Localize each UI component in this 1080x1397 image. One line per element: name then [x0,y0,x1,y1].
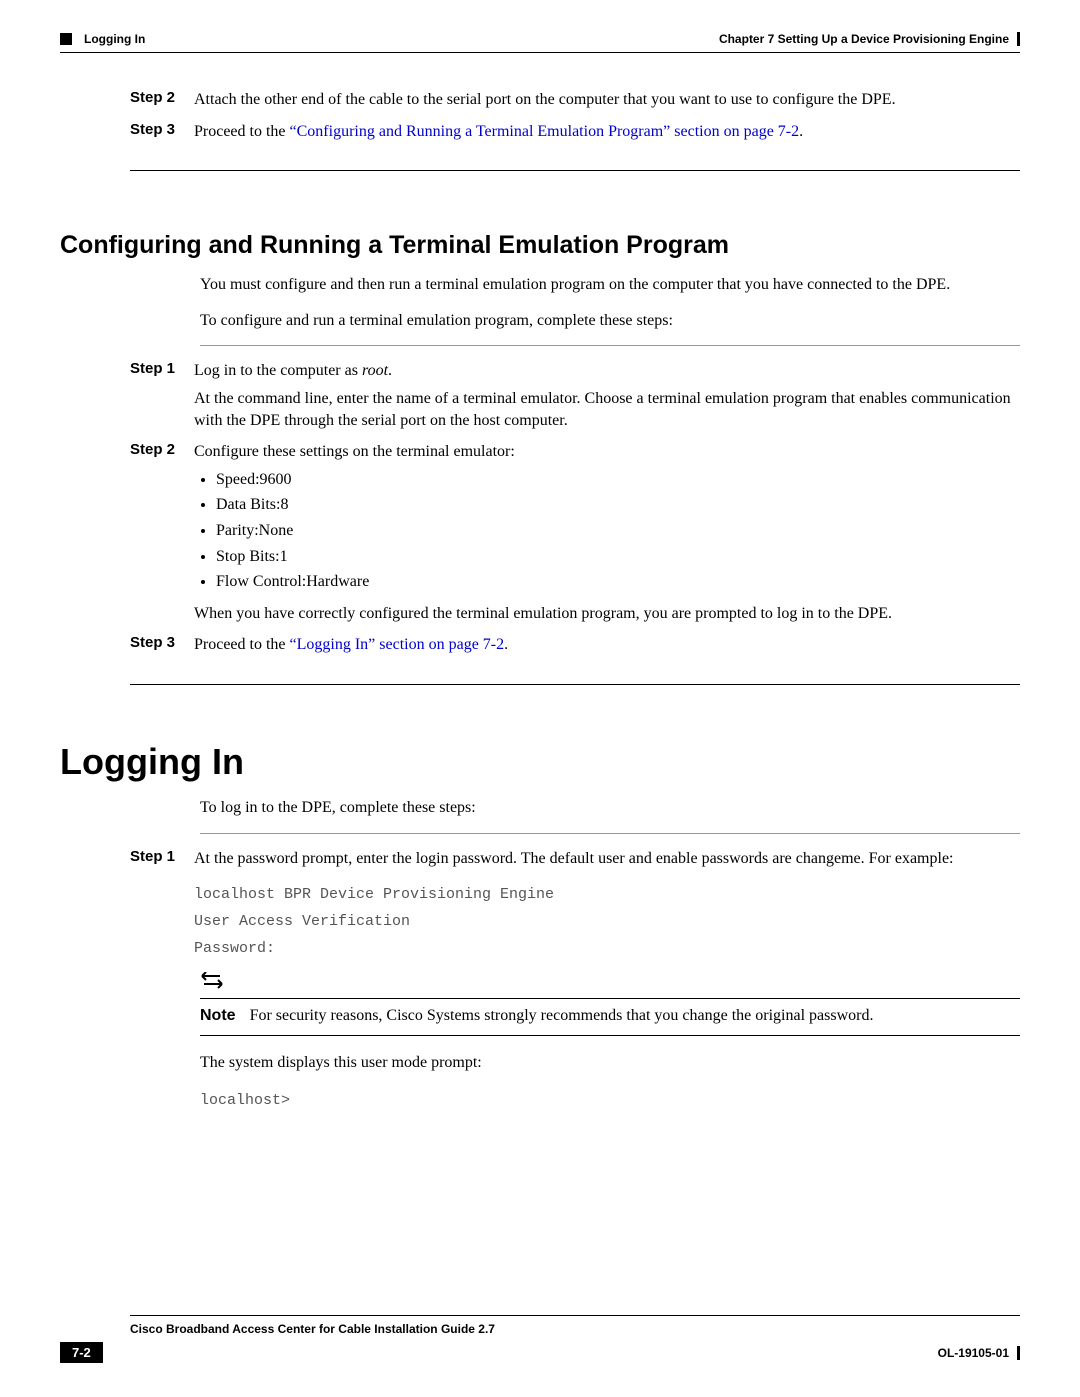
step-label: Step 2 [130,89,194,106]
code-line: localhost> [60,1087,1020,1114]
footer-pipe-icon [1017,1346,1020,1360]
text: Proceed to the [194,636,290,653]
step-body: Attach the other end of the cable to the… [194,89,1020,111]
text: . [388,362,392,379]
list-item: Parity:None [216,518,1020,544]
doc-id: OL-19105-01 [938,1346,1009,1360]
paragraph: At the password prompt, enter the login … [194,848,1020,870]
header-rule [60,52,1020,53]
paragraph: At the command line, enter the name of a… [194,388,1020,431]
header-section: Logging In [84,32,145,46]
page-number-badge: 7-2 [60,1342,103,1363]
code-line: Password: [194,935,1020,962]
step-end-rule [130,170,1020,171]
note-icon [200,972,1020,996]
list-item: Data Bits:8 [216,492,1020,518]
section-heading-configuring: Configuring and Running a Terminal Emula… [60,231,1020,260]
paragraph: You must configure and then run a termin… [60,274,1020,296]
text: Proceed to the [194,123,290,140]
code-line: localhost BPR Device Provisioning Engine [194,881,1020,908]
xref-link[interactable]: “Logging In” section on page 7-2 [290,636,505,653]
header-square-icon [60,33,72,45]
step-1-config: Step 1 Log in to the computer as root. A… [60,360,1020,431]
list-item: Speed:9600 [216,467,1020,493]
list-item: Stop Bits:1 [216,544,1020,570]
step-end-rule [130,684,1020,685]
page-header: Logging In Chapter 7 Setting Up a Device… [60,32,1020,46]
footer-guide-title: Cisco Broadband Access Center for Cable … [130,1322,1020,1336]
header-pipe-icon [1017,32,1020,46]
note-block: Note For security reasons, Cisco Systems… [200,972,1020,1036]
text: . [504,636,508,653]
settings-list: Speed:9600 Data Bits:8 Parity:None Stop … [194,467,1020,595]
step-label: Step 2 [130,441,194,458]
step-2-config: Step 2 Configure these settings on the t… [60,441,1020,624]
step-body: Proceed to the “Logging In” section on p… [194,634,1020,656]
step-begin-rule [200,345,1020,346]
step-label: Step 3 [130,121,194,138]
step-body: Proceed to the “Configuring and Running … [194,121,1020,143]
step-1-login: Step 1 At the password prompt, enter the… [60,848,1020,963]
note-top-rule [200,998,1020,999]
step-label: Step 1 [130,360,194,377]
paragraph: To log in to the DPE, complete these ste… [60,797,1020,819]
text: Configure these settings on the terminal… [194,441,1020,463]
page-footer: Cisco Broadband Access Center for Cable … [60,1315,1020,1363]
step-body: Log in to the computer as root. At the c… [194,360,1020,431]
note-text: For security reasons, Cisco Systems stro… [250,1005,874,1027]
step-begin-rule [200,833,1020,834]
code-line: User Access Verification [194,908,1020,935]
step-label: Step 1 [130,848,194,865]
step-2-top: Step 2 Attach the other end of the cable… [60,89,1020,111]
step-body: Configure these settings on the terminal… [194,441,1020,624]
paragraph: The system displays this user mode promp… [60,1052,1020,1074]
step-label: Step 3 [130,634,194,651]
xref-link[interactable]: “Configuring and Running a Terminal Emul… [290,123,800,140]
text: Log in to the computer as [194,362,362,379]
paragraph: When you have correctly configured the t… [194,603,1020,625]
step-3-top: Step 3 Proceed to the “Configuring and R… [60,121,1020,143]
step-3-config: Step 3 Proceed to the “Logging In” secti… [60,634,1020,656]
header-chapter: Chapter 7 Setting Up a Device Provisioni… [719,32,1009,46]
footer-rule [130,1315,1020,1316]
note-label: Note [200,1005,236,1027]
paragraph: To configure and run a terminal emulatio… [60,310,1020,332]
text: . [799,123,803,140]
note-bottom-rule [200,1035,1020,1036]
section-heading-logging-in: Logging In [60,741,1020,783]
list-item: Flow Control:Hardware [216,569,1020,595]
italic-term: root [362,362,388,379]
step-body: At the password prompt, enter the login … [194,848,1020,963]
